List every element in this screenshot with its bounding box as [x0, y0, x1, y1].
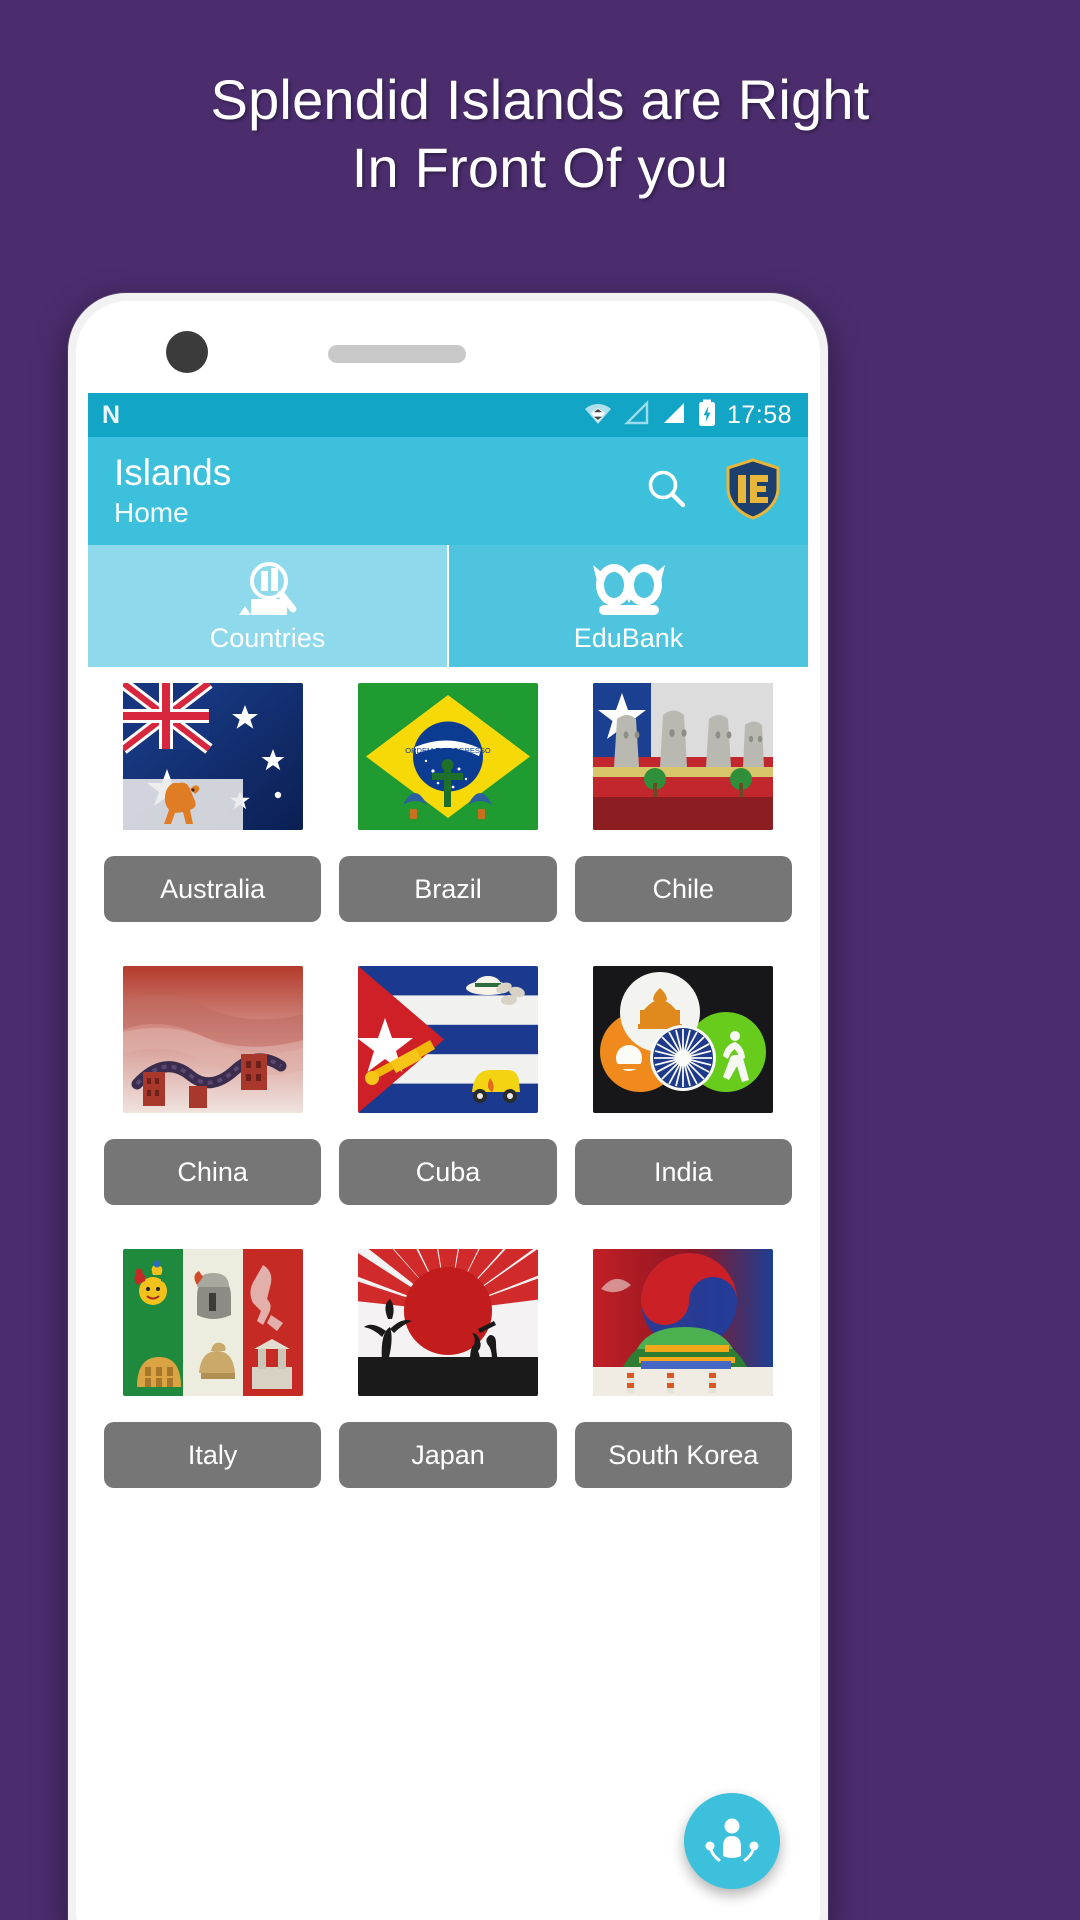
front-camera-icon — [166, 331, 208, 373]
tab-edubank[interactable]: EduBank — [449, 545, 808, 667]
country-card[interactable]: India — [574, 966, 792, 1249]
phone-screen: N 17:58 Islands Home Countries EduBank A… — [88, 393, 808, 1920]
country-card[interactable]: Cuba — [339, 966, 557, 1249]
phone-inner-body: N 17:58 Islands Home Countries EduBank A… — [76, 301, 820, 1920]
country-card[interactable]: Japan — [339, 1249, 557, 1532]
tab-bar: Countries EduBank — [88, 545, 808, 667]
country-card[interactable]: ORDEM E PROGRESSO Brazil — [339, 683, 557, 966]
country-card[interactable]: South Korea — [574, 1249, 792, 1532]
country-name-button[interactable]: Cuba — [339, 1139, 557, 1205]
country-name-button[interactable]: South Korea — [574, 1422, 792, 1488]
country-card[interactable]: China — [104, 966, 322, 1249]
cuba-flag-thumbnail — [357, 966, 538, 1113]
country-grid-scroll[interactable]: Australia ORDEM E PROGRESSO Brazil Chile… — [88, 667, 808, 1920]
country-name-button[interactable]: Chile — [574, 856, 792, 922]
country-name-button[interactable]: Brazil — [339, 856, 557, 922]
building-search-icon — [231, 559, 305, 619]
italy-flag-thumbnail — [122, 1249, 303, 1396]
search-icon — [643, 465, 691, 518]
owl-icon — [587, 559, 671, 619]
page-subtitle: Home — [114, 497, 189, 528]
india-flag-thumbnail — [593, 966, 774, 1113]
svg-text:ORDEM E PROGRESSO: ORDEM E PROGRESSO — [405, 746, 491, 755]
status-bar-left: N — [102, 400, 120, 429]
people-group-icon — [701, 1808, 763, 1875]
south-korea-flag-thumbnail — [593, 1249, 774, 1396]
status-bar: N 17:58 — [88, 393, 808, 437]
country-name-button[interactable]: Japan — [339, 1422, 557, 1488]
wifi-icon — [583, 400, 613, 431]
chile-flag-thumbnail — [593, 683, 774, 830]
tab-edubank-label: EduBank — [573, 623, 684, 653]
battery-charging-icon — [697, 399, 717, 432]
tab-countries-label: Countries — [209, 623, 326, 653]
china-flag-thumbnail — [122, 966, 303, 1113]
shield-logo-icon — [724, 457, 782, 525]
australia-flag-thumbnail — [122, 683, 303, 830]
japan-flag-thumbnail — [357, 1249, 538, 1396]
brazil-flag-thumbnail: ORDEM E PROGRESSO — [357, 683, 538, 830]
country-grid: Australia ORDEM E PROGRESSO Brazil Chile… — [104, 683, 792, 1532]
promo-headline: Splendid Islands are Right In Front Of y… — [210, 68, 870, 199]
cell-signal-icon — [660, 400, 687, 431]
floating-action-button[interactable] — [684, 1793, 780, 1889]
country-name-button[interactable]: China — [104, 1139, 322, 1205]
app-bar-actions — [640, 457, 784, 525]
country-name-button[interactable]: Italy — [104, 1422, 322, 1488]
page-title: Islands — [114, 452, 232, 493]
search-button[interactable] — [640, 464, 694, 518]
country-card[interactable]: Italy — [104, 1249, 322, 1532]
country-card[interactable]: Chile — [574, 683, 792, 966]
country-name-button[interactable]: Australia — [104, 856, 322, 922]
app-bar-title-group: Islands Home — [114, 452, 231, 530]
signal-triangle-icon — [623, 399, 650, 431]
status-bar-right: 17:58 — [583, 399, 792, 432]
android-nougat-icon: N — [102, 400, 120, 429]
brand-logo-button[interactable] — [722, 457, 784, 525]
phone-top-bezel — [76, 301, 820, 393]
country-name-button[interactable]: India — [574, 1139, 792, 1205]
tab-countries[interactable]: Countries — [88, 545, 447, 667]
earpiece-speaker — [328, 345, 466, 363]
status-bar-clock: 17:58 — [726, 400, 792, 429]
app-bar: Islands Home — [88, 437, 808, 545]
country-card[interactable]: Australia — [104, 683, 322, 966]
phone-mockup: N 17:58 Islands Home Countries EduBank A… — [68, 293, 828, 1920]
